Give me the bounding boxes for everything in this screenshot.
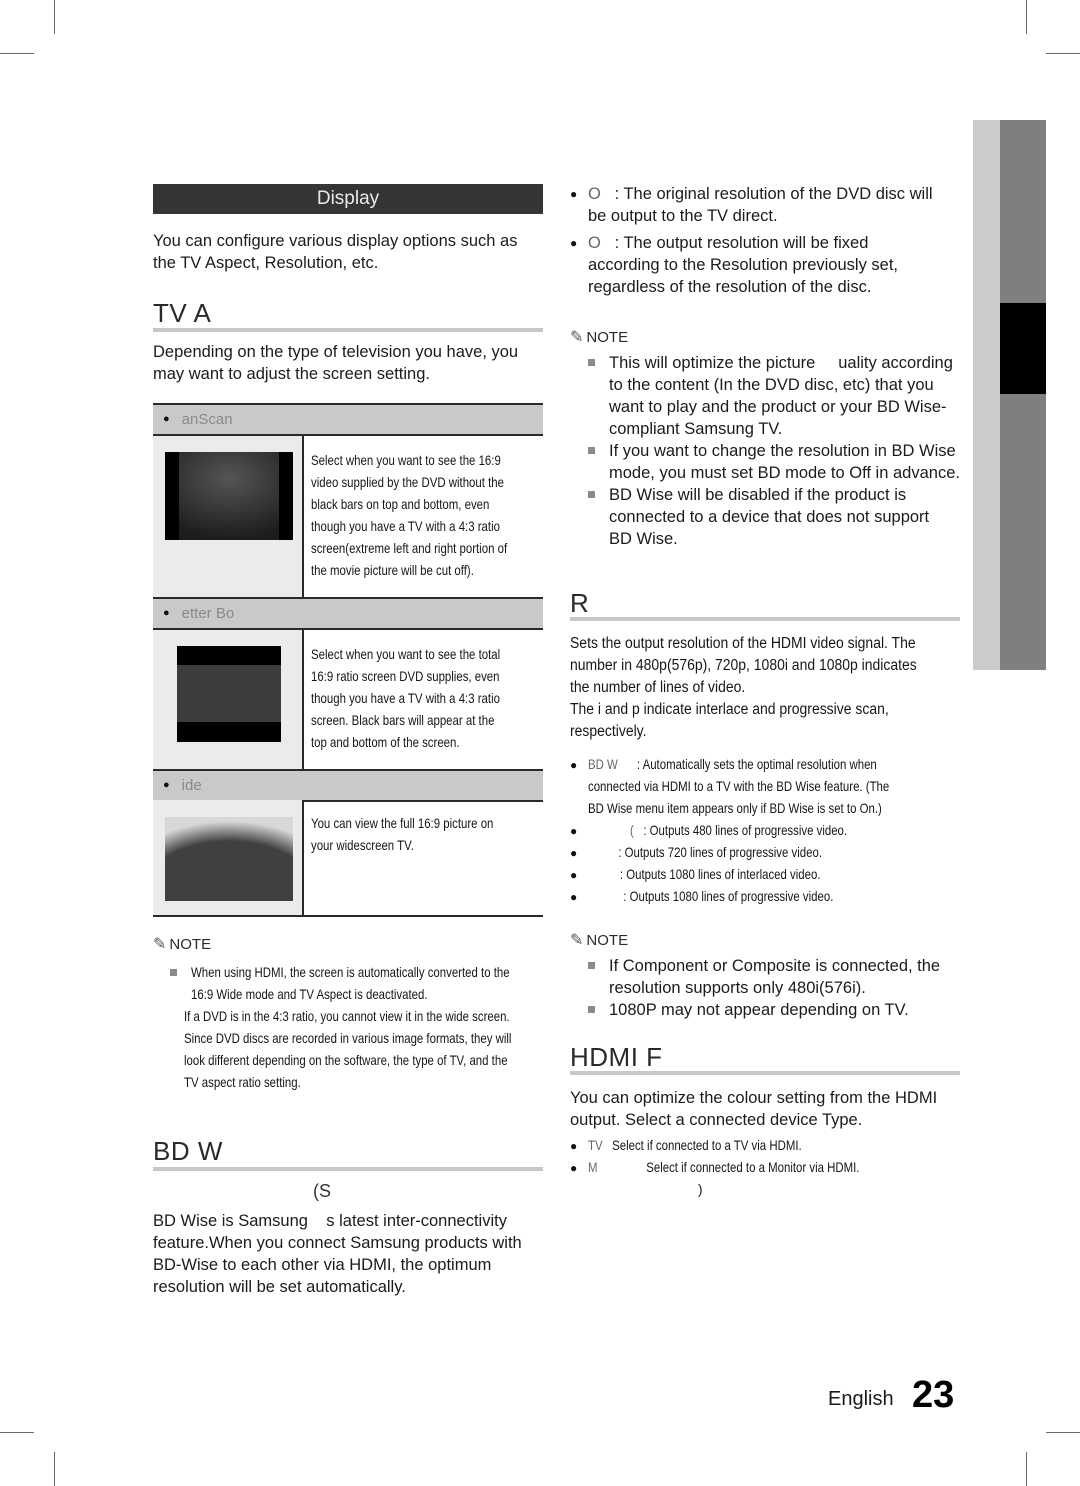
bullet-icon: ●: [570, 824, 578, 838]
footer-language: English: [828, 1388, 894, 1410]
option-image-cell: [153, 630, 304, 769]
crop-mark: [1026, 1452, 1027, 1486]
bd-wise-body: BD Wise is Samsung s latest inter-connec…: [153, 1212, 522, 1296]
resolution-heading: R: [570, 588, 590, 618]
hdmi-format-options: ● TV Select if connected to a TV via HDM…: [570, 1135, 990, 1201]
bullet-icon: ●: [570, 1161, 578, 1175]
heading-rule: [570, 1071, 960, 1075]
crop-mark: [1046, 1432, 1080, 1433]
note-item: This will optimize the picture uality ac…: [588, 352, 988, 440]
table-bottom-rule: [153, 915, 543, 917]
option-header-wide: ● ide: [153, 769, 543, 802]
resolution-body: Sets the output resolution of the HDMI v…: [570, 635, 917, 740]
note-item: If Component or Composite is connected, …: [588, 955, 988, 999]
option-description-wide: You can view the full 16:9 picture on yo…: [311, 816, 494, 853]
square-bullet-icon: [588, 447, 595, 454]
tv-aspect-heading: TV A: [153, 298, 212, 328]
resolution-option-item: ● BD W : Automatically sets the optimal …: [570, 754, 990, 820]
bullet-icon: ●: [163, 413, 170, 425]
note-item: Since DVD discs are recorded in various …: [184, 1031, 512, 1090]
resolution-option-item: ● ( : Outputs 480 lines of progressive v…: [570, 820, 990, 842]
hdmi-format-option-item: ● TV Select if connected to a TV via HDM…: [570, 1135, 990, 1157]
tv-aspect-notes: When using HDMI, the screen is automatic…: [170, 962, 570, 1094]
bd-wise-subheading: (S: [313, 1181, 331, 1201]
bd-wise-options: ● O : The original resolution of the DVD…: [570, 183, 990, 298]
section-header-display: Display: [153, 184, 543, 214]
resolution-option-item: ● : Outputs 720 lines of progressive vid…: [570, 842, 990, 864]
note-heading: ✎ NOTE: [570, 931, 629, 950]
note-item: BD Wise will be disabled if the product …: [588, 484, 988, 550]
crop-mark: [0, 53, 34, 54]
hdmi-format-trailing: ): [698, 1182, 703, 1197]
crop-mark: [1046, 53, 1080, 54]
pan-scan-screen-icon: [165, 452, 293, 540]
pencil-note-icon: ✎: [570, 932, 584, 949]
note-item: If you want to change the resolution in …: [588, 440, 988, 484]
heading-rule: [153, 1167, 543, 1171]
square-bullet-icon: [588, 1006, 595, 1013]
hdmi-format-heading: HDMI F: [570, 1042, 663, 1072]
wide-screen-icon: [165, 817, 293, 901]
option-header-pan-scan: ● anScan: [153, 403, 543, 436]
chapter-tab-current: [1000, 303, 1046, 394]
note-item: When using HDMI, the screen is automatic…: [170, 962, 570, 1006]
hdmi-format-body: You can optimize the colour setting from…: [570, 1089, 938, 1129]
crop-mark: [1026, 0, 1027, 34]
option-description-pan-scan: Select when you want to see the 16:9 vid…: [311, 453, 508, 578]
option-description-letter-box: Select when you want to see the total 16…: [311, 647, 501, 750]
resolution-option-item: ● : Outputs 1080 lines of interlaced vid…: [570, 864, 990, 886]
square-bullet-icon: [170, 969, 177, 976]
bullet-icon: ●: [570, 236, 578, 250]
resolution-option-item: ● : Outputs 1080 lines of progressive vi…: [570, 886, 990, 908]
pencil-note-icon: ✎: [570, 329, 584, 346]
bullet-icon: ●: [570, 868, 578, 882]
resolution-notes: If Component or Composite is connected, …: [588, 955, 988, 1021]
square-bullet-icon: [588, 962, 595, 969]
option-header-letter-box: ● etter Bo: [153, 597, 543, 630]
bullet-icon: ●: [163, 607, 170, 619]
bullet-icon: ●: [570, 1139, 578, 1153]
heading-rule: [153, 328, 543, 332]
bd-wise-option-item: ● O : The original resolution of the DVD…: [570, 185, 933, 225]
option-image-cell: [153, 800, 304, 916]
crop-mark: [0, 1432, 34, 1433]
display-intro: You can configure various display option…: [153, 232, 518, 272]
pencil-note-icon: ✎: [153, 936, 167, 953]
note-item: If a DVD is in the 4:3 ratio, you cannot…: [184, 1009, 510, 1024]
resolution-options: ● BD W : Automatically sets the optimal …: [570, 754, 990, 908]
bd-wise-heading: BD W: [153, 1136, 223, 1166]
note-item: 1080P may not appear depending on TV.: [588, 999, 988, 1021]
note-heading: ✎ NOTE: [570, 328, 629, 347]
square-bullet-icon: [588, 359, 595, 366]
hdmi-format-option-item: ● M Select if connected to a Monitor via …: [570, 1157, 990, 1179]
chapter-tab-dark: [1000, 120, 1046, 670]
square-bullet-icon: [588, 491, 595, 498]
crop-mark: [54, 0, 55, 34]
crop-mark: [54, 1452, 55, 1486]
bullet-icon: ●: [570, 890, 578, 904]
heading-rule: [570, 617, 960, 621]
page-number: 23: [912, 1374, 955, 1416]
bd-wise-notes: This will optimize the picture uality ac…: [588, 352, 988, 550]
bd-wise-option-item: ● O : The output resolution will be fixe…: [570, 234, 899, 296]
tv-aspect-intro: Depending on the type of television you …: [153, 343, 519, 383]
bullet-icon: ●: [570, 187, 578, 201]
option-image-cell: [153, 436, 304, 597]
note-heading: ✎ NOTE: [153, 935, 212, 954]
letter-box-screen-icon: [177, 646, 281, 742]
bullet-icon: ●: [570, 846, 578, 860]
bullet-icon: ●: [570, 758, 578, 772]
bullet-icon: ●: [163, 779, 170, 791]
